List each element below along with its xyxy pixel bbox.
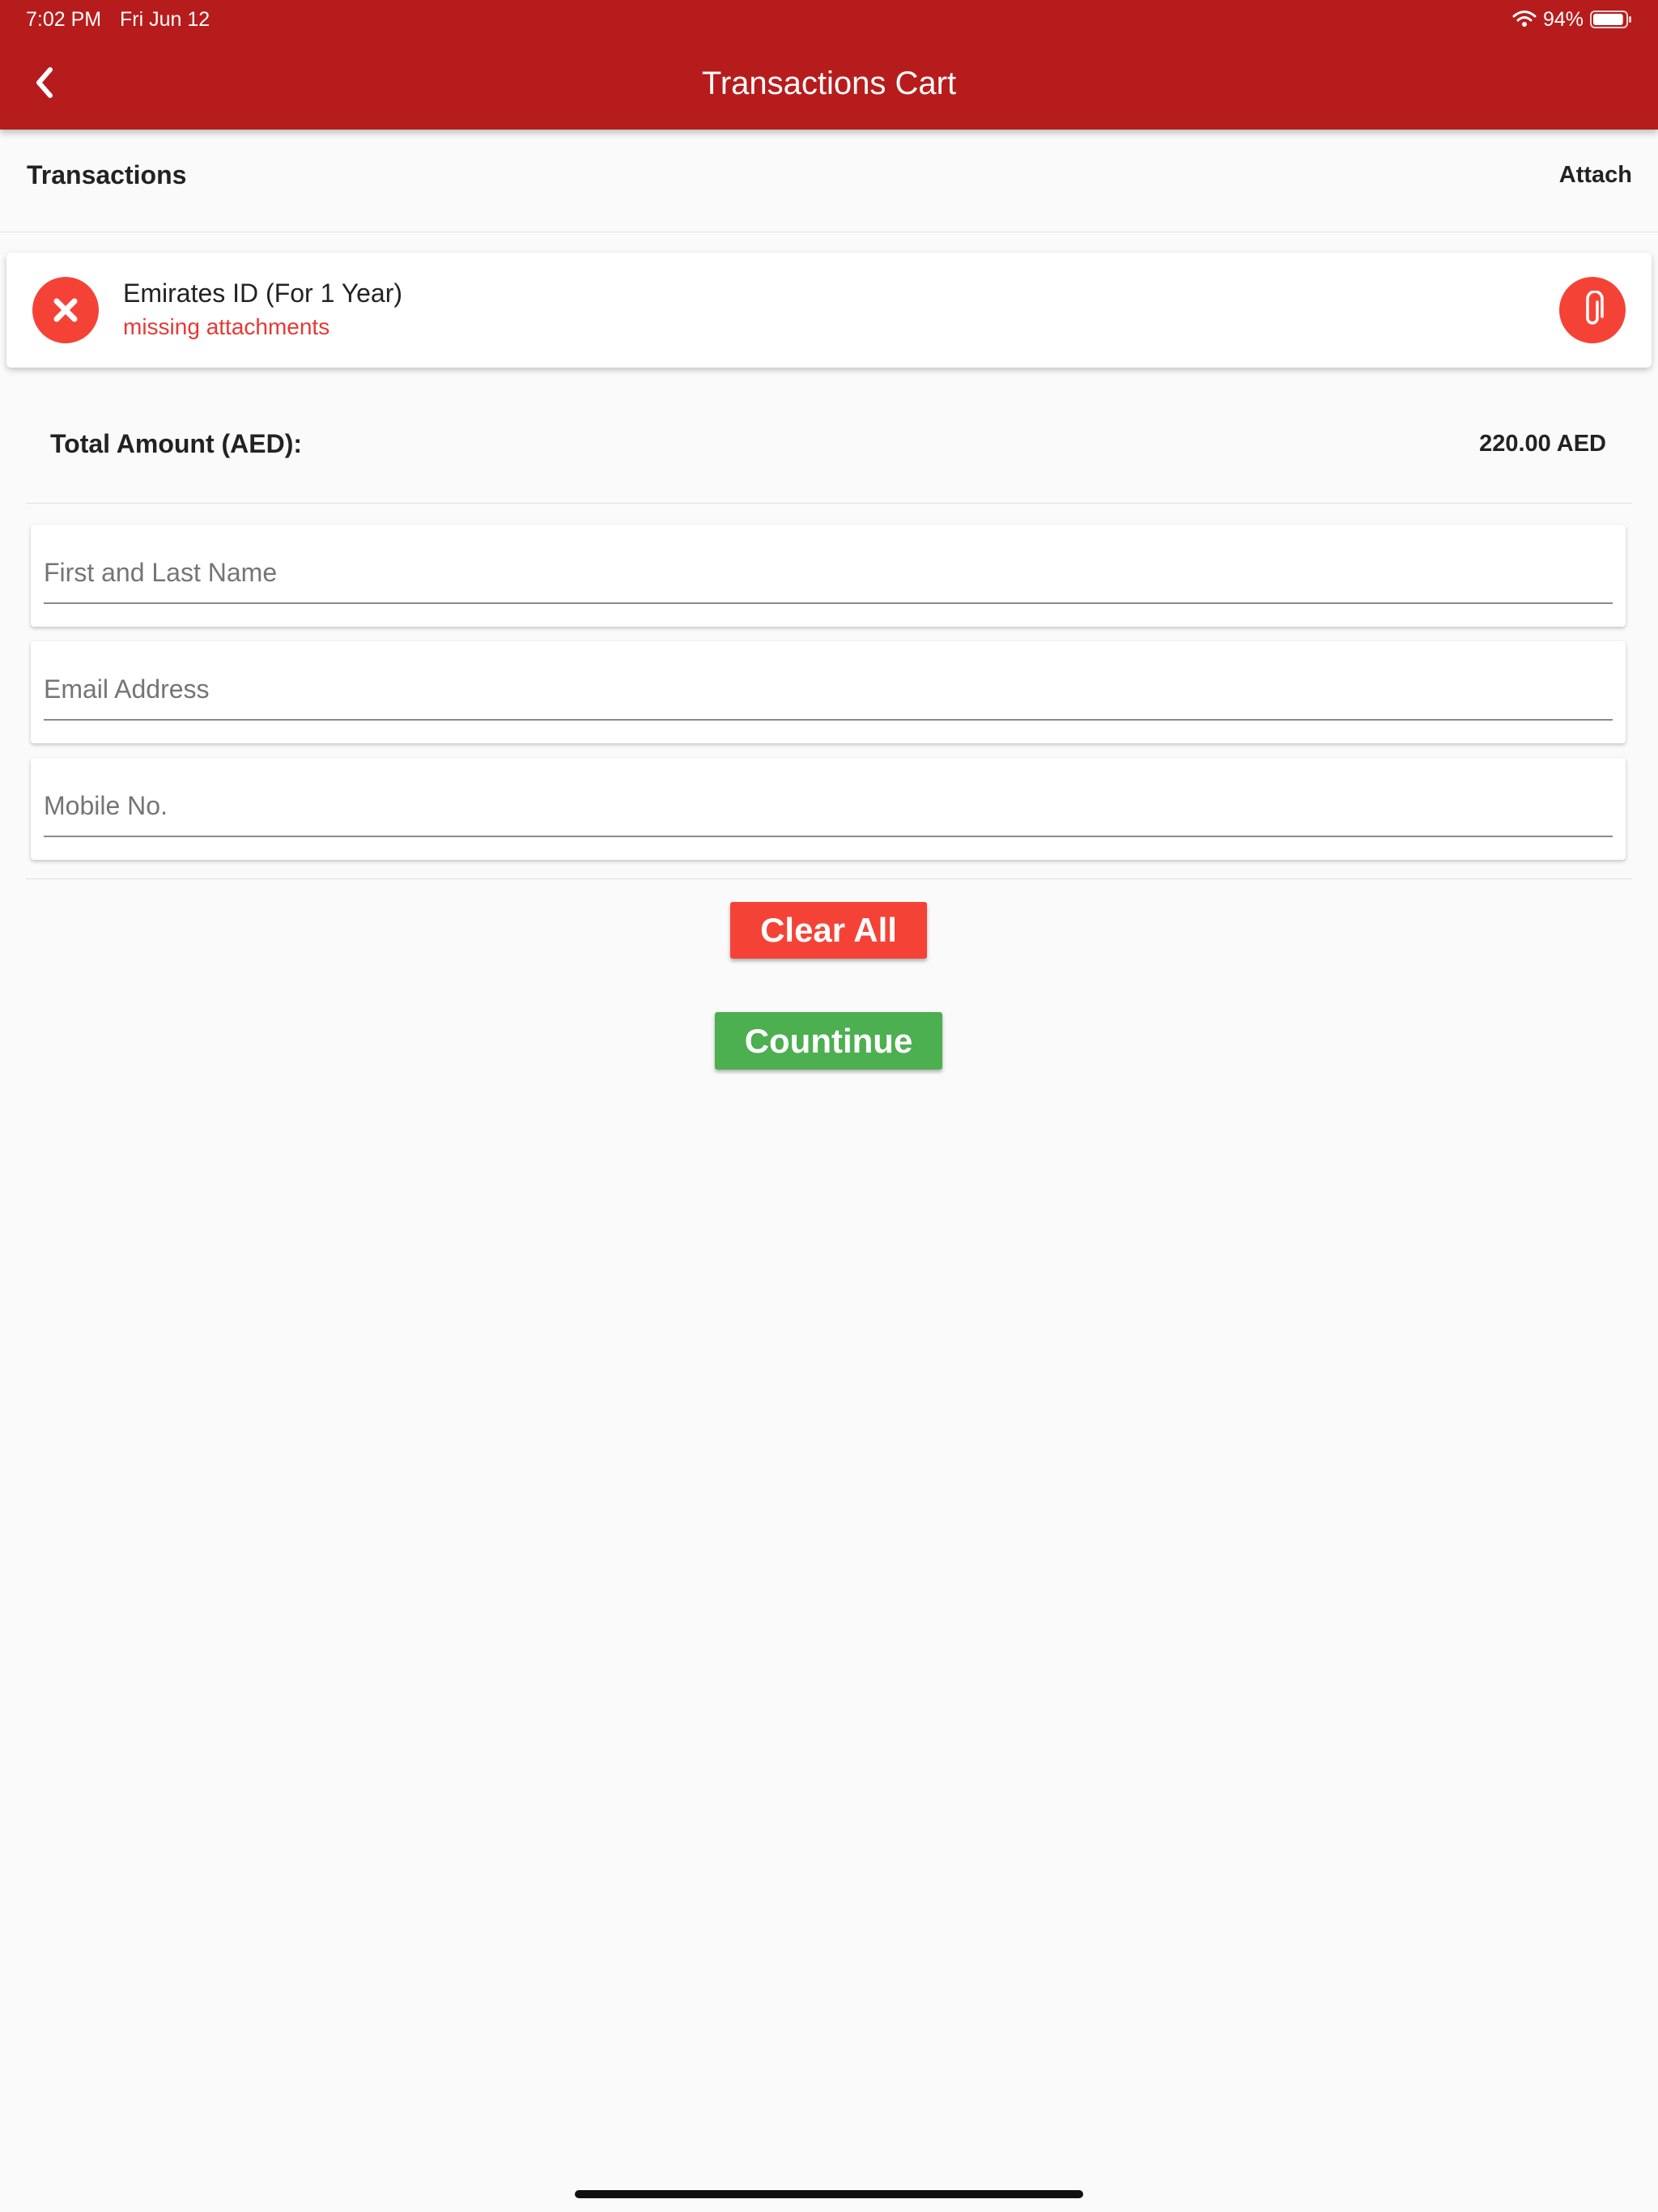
continue-button[interactable]: Countinue — [715, 1012, 942, 1070]
app-bar: 7:02 PM Fri Jun 12 94% Transactions Cart — [0, 0, 1658, 130]
close-icon — [53, 298, 78, 322]
status-date: Fri Jun 12 — [120, 8, 210, 31]
battery-icon — [1590, 11, 1631, 28]
name-input[interactable] — [44, 551, 1613, 604]
wifi-icon — [1512, 11, 1537, 27]
paperclip-icon — [1586, 291, 1604, 325]
total-amount-value: 220.00 AED — [1479, 431, 1606, 457]
page-title: Transactions Cart — [701, 66, 957, 101]
total-amount-label: Total Amount (AED): — [50, 429, 303, 458]
remove-transaction-button[interactable] — [32, 277, 99, 343]
email-input[interactable] — [44, 667, 1613, 721]
mobile-input[interactable] — [44, 784, 1613, 837]
transactions-header — [0, 130, 1658, 232]
email-field-card — [31, 641, 1626, 743]
section-title: Transactions — [27, 160, 187, 189]
transaction-name: Emirates ID (For 1 Year) — [123, 279, 402, 308]
attach-button[interactable] — [1559, 277, 1626, 343]
attach-column-label: Attach — [1558, 162, 1632, 188]
divider — [26, 503, 1632, 504]
battery-percentage: 94% — [1543, 8, 1584, 31]
home-indicator — [575, 2190, 1083, 2198]
status-time: 7:02 PM — [26, 8, 102, 31]
name-field-card — [31, 525, 1626, 627]
mobile-field-card — [31, 758, 1626, 860]
divider — [26, 878, 1632, 879]
clear-all-button[interactable]: Clear All — [730, 902, 927, 959]
transaction-item: Emirates ID (For 1 Year) missing attachm… — [6, 253, 1652, 368]
transaction-status: missing attachments — [123, 314, 330, 339]
